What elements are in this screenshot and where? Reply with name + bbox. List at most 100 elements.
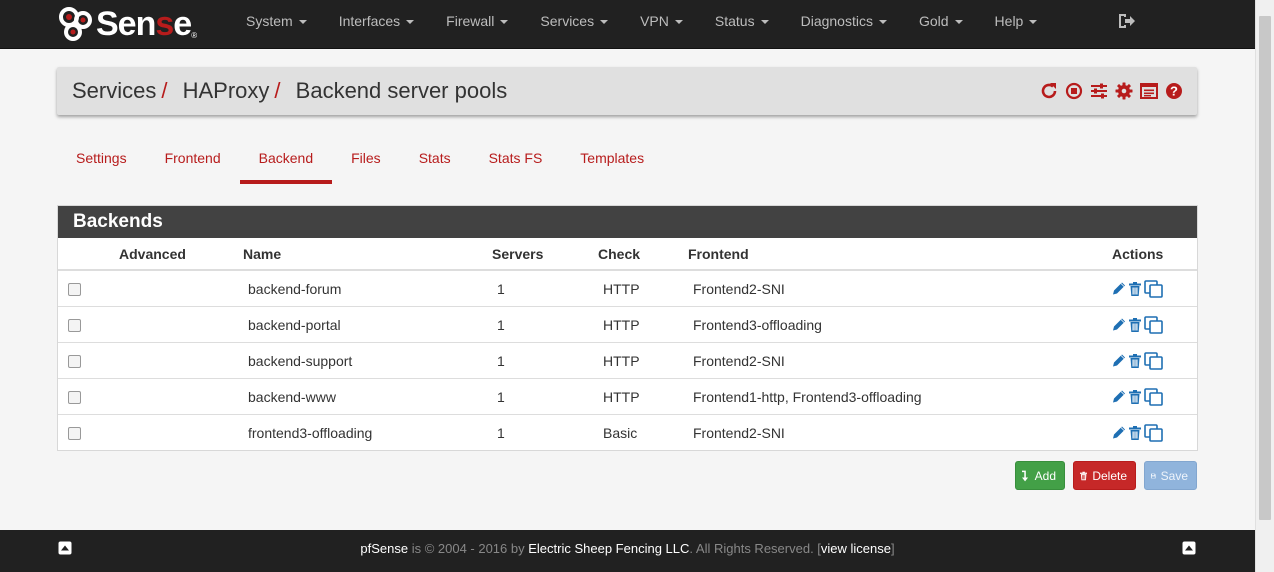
table-row[interactable]: backend-www 1 HTTP Frontend1-http, Front… [58,378,1197,415]
page-title: Backend server pools [295,78,508,103]
sign-out-icon[interactable] [1117,13,1135,29]
scroll-top-icon[interactable] [1182,541,1196,555]
stop-icon[interactable] [1065,82,1083,100]
delete-trash-icon[interactable] [1128,353,1142,369]
column-advanced: Advanced [119,238,243,271]
footer-company-link[interactable]: Electric Sheep Fencing LLC [528,541,689,556]
page-scrollbar[interactable] [1255,0,1274,572]
log-icon[interactable] [1140,82,1158,100]
menu-services[interactable]: Services [524,0,624,48]
sliders-icon[interactable] [1090,82,1108,100]
table-row[interactable]: frontend3-offloading 1 Basic Frontend2-S… [58,414,1197,450]
menu-firewall[interactable]: Firewall [430,0,524,48]
backend-name: backend-www [243,378,492,415]
service-controls: ? [1040,82,1183,100]
row-select-cell [58,306,119,343]
haproxy-tabs: Settings Frontend Backend Files Stats St… [57,136,663,184]
row-checkbox[interactable] [68,283,81,297]
restart-icon[interactable] [1040,82,1058,100]
tab-stats-fs[interactable]: Stats FS [470,136,562,184]
caret-down-icon [954,20,963,25]
menu-help[interactable]: Help [979,0,1054,48]
svg-text:?: ? [1170,84,1178,99]
save-button[interactable]: Save [1144,461,1197,490]
scrollbar-thumb[interactable] [1259,16,1271,520]
tab-backend[interactable]: Backend [239,136,333,184]
backend-frontend: Frontend2-SNI [688,414,1112,450]
clone-copy-icon[interactable] [1144,351,1164,370]
clone-copy-icon[interactable] [1144,423,1164,442]
menu-interfaces[interactable]: Interfaces [323,0,430,48]
gear-icon[interactable] [1115,82,1133,100]
tab-settings[interactable]: Settings [57,136,146,184]
clone-copy-icon[interactable] [1144,315,1164,334]
table-row[interactable]: backend-forum 1 HTTP Frontend2-SNI [58,269,1197,307]
level-down-icon [1022,470,1029,481]
trash-icon [1080,471,1088,480]
delete-trash-icon[interactable] [1128,389,1142,405]
backend-check: HTTP [598,342,688,379]
table-row[interactable]: backend-support 1 HTTP Frontend2-SNI [58,342,1197,379]
tab-stats[interactable]: Stats [400,136,470,184]
column-select [58,238,119,271]
row-actions [1112,378,1197,415]
row-checkbox[interactable] [68,319,81,333]
row-checkbox[interactable] [68,355,81,369]
edit-pencil-icon[interactable] [1112,425,1126,441]
row-advanced-cell [119,269,243,307]
delete-trash-icon[interactable] [1128,281,1142,297]
row-advanced-cell [119,342,243,379]
help-icon[interactable]: ? [1165,82,1183,100]
delete-button[interactable]: Delete [1073,461,1136,490]
backend-frontend: Frontend2-SNI [688,342,1112,379]
panel-title: Backends [58,206,1197,238]
column-name[interactable]: Name [243,238,492,271]
backend-name: backend-forum [243,269,492,307]
view-license-link[interactable]: view license [821,541,891,556]
copyright: pfSense is © 2004 - 2016 by Electric She… [0,530,1255,568]
delete-trash-icon[interactable] [1128,425,1142,441]
edit-pencil-icon[interactable] [1112,353,1126,369]
caret-down-icon [406,20,415,25]
edit-pencil-icon[interactable] [1112,317,1126,333]
logo-registered-mark: ® [191,31,198,40]
footer: pfSense is © 2004 - 2016 by Electric She… [0,530,1255,572]
edit-pencil-icon[interactable] [1112,281,1126,297]
clone-copy-icon[interactable] [1144,387,1164,406]
row-select-cell [58,342,119,379]
backends-table: Advanced Name Servers Check Frontend Act… [58,238,1197,450]
add-button[interactable]: Add [1015,461,1065,490]
breadcrumb-haproxy[interactable]: HAProxy [183,78,270,103]
menu-vpn[interactable]: VPN [624,0,699,48]
delete-trash-icon[interactable] [1128,317,1142,333]
row-checkbox[interactable] [68,391,81,405]
menu-system[interactable]: System [230,0,323,48]
row-select-cell [58,378,119,415]
column-servers: Servers [492,238,598,271]
breadcrumb-separator: / [274,78,281,103]
tab-frontend[interactable]: Frontend [146,136,240,184]
pfsense-logo[interactable]: Sense ® [58,4,197,44]
clone-copy-icon[interactable] [1144,279,1164,298]
footer-bracket: ] [891,541,895,556]
tab-templates[interactable]: Templates [561,136,663,184]
logo-gear-icon [59,7,92,41]
backend-servers: 1 [492,342,598,379]
table-header-row: Advanced Name Servers Check Frontend Act… [58,238,1197,271]
menu-gold[interactable]: Gold [903,0,979,48]
edit-pencil-icon[interactable] [1112,389,1126,405]
row-actions [1112,414,1197,450]
tab-files[interactable]: Files [332,136,400,184]
backend-name: frontend3-offloading [243,414,492,450]
row-checkbox[interactable] [68,427,81,441]
menu-diagnostics[interactable]: Diagnostics [785,0,903,48]
table-row[interactable]: backend-portal 1 HTTP Frontend3-offloadi… [58,306,1197,343]
caret-down-icon [760,20,769,25]
caret-down-icon [298,20,307,25]
backend-servers: 1 [492,306,598,343]
menu-status[interactable]: Status [699,0,785,48]
row-advanced-cell [119,378,243,415]
breadcrumb-services[interactable]: Services [72,78,156,103]
backend-check: HTTP [598,269,688,307]
column-frontend: Frontend [688,238,1112,271]
